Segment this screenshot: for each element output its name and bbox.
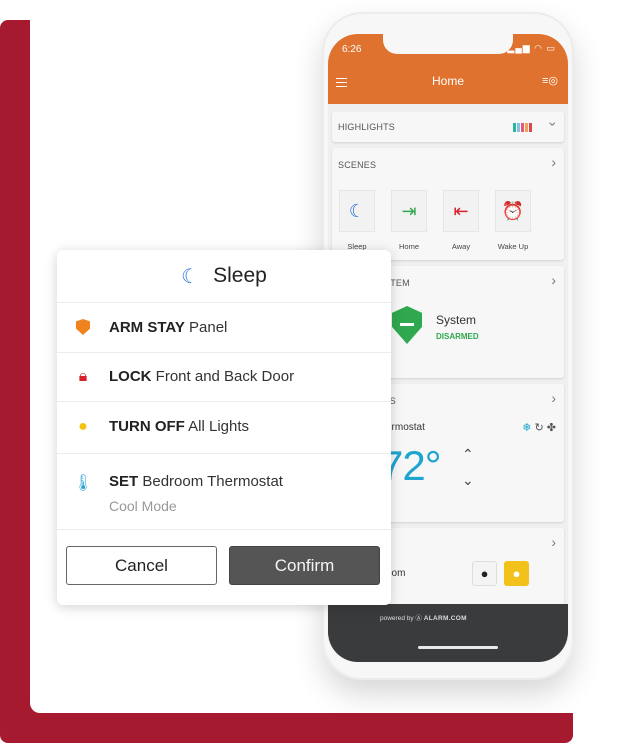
moon-icon: ☾	[339, 190, 375, 232]
thermostat-name: ermostat	[386, 422, 425, 433]
scene-sleep[interactable]: ☾ Sleep	[338, 190, 376, 251]
status-time: 6:26	[342, 44, 362, 55]
action-item: ARM STAY Panel	[57, 303, 391, 353]
highlights-card[interactable]: HIGHLIGHTS ›	[332, 112, 564, 142]
chevron-right-icon[interactable]: ›	[551, 390, 556, 406]
action-verb: ARM STAY	[109, 319, 185, 336]
scene-home[interactable]: ⇥ Home	[390, 190, 428, 251]
action-verb: SET	[109, 473, 139, 490]
chevron-down-icon[interactable]: ›	[546, 122, 562, 127]
system-name: System	[436, 313, 477, 327]
scenes-card: SCENES › ☾ Sleep ⇥ Home ⇤ Away ⏰ Wake Up	[332, 148, 564, 260]
highlight-bar	[525, 123, 528, 132]
dialog-header: ☾ Sleep	[57, 250, 391, 303]
chevron-up-icon[interactable]: ⌃	[462, 446, 474, 463]
action-item: ● TURN OFF All Lights	[57, 402, 391, 454]
scene-away[interactable]: ⇤ Away	[442, 190, 480, 251]
home-indicator[interactable]	[418, 646, 498, 649]
action-object: Front and Back Door	[155, 368, 295, 385]
highlight-bar	[521, 123, 524, 132]
app-title: Home	[431, 74, 464, 88]
tasks-check-icon[interactable]: ≡◎	[542, 74, 558, 87]
dialog-buttons: Cancel Confirm	[66, 546, 380, 585]
highlights-title: HIGHLIGHTS	[338, 122, 396, 132]
action-subtext: Cool Mode	[109, 498, 177, 514]
action-object: Panel	[189, 319, 228, 336]
alarm-clock-icon: ⏰	[495, 190, 531, 232]
shield-icon	[73, 319, 93, 340]
action-item: 🌡︎ SET Bedroom Thermostat Cool Mode	[57, 454, 391, 530]
chevron-right-icon[interactable]: ›	[551, 272, 556, 288]
moon-icon: ☾	[181, 265, 200, 288]
scene-label: Wake Up	[497, 242, 529, 251]
fan-icon[interactable]: ✤	[547, 422, 556, 434]
home-leave-icon: ⇤	[443, 190, 479, 232]
status-icons: ▂▄▆ ◠ ▭	[507, 43, 556, 53]
action-verb: TURN OFF	[109, 418, 185, 435]
action-item: 🔒︎ LOCK Front and Back Door	[57, 353, 391, 402]
system-status: DISARMED	[436, 332, 479, 341]
cancel-button[interactable]: Cancel	[66, 546, 217, 585]
highlights-bars-icon	[513, 123, 532, 132]
app-header: 6:26 ▂▄▆ ◠ ▭ Home ≡◎	[328, 34, 568, 104]
scene-label: Away	[451, 242, 471, 251]
thermostat-icon: 🌡︎	[73, 475, 94, 492]
auto-mode-icon[interactable]: ↻	[535, 422, 544, 434]
alarm-logo-icon: Ⓐ	[415, 615, 422, 622]
highlight-bar	[529, 123, 532, 132]
chevron-right-icon[interactable]: ›	[551, 534, 556, 550]
lock-icon: 🔒︎	[78, 368, 88, 385]
action-object: All Lights	[188, 418, 250, 435]
chevron-right-icon[interactable]: ›	[551, 154, 556, 170]
scenes-list: ☾ Sleep ⇥ Home ⇤ Away ⏰ Wake Up	[338, 190, 532, 251]
highlight-bar	[517, 123, 520, 132]
home-arrive-icon: ⇥	[391, 190, 427, 232]
phone-notch	[383, 34, 513, 54]
scenes-title: SCENES	[338, 160, 377, 170]
app-footer: powered by Ⓐ ALARM.COM	[328, 604, 568, 662]
lightbulb-icon: ●	[78, 418, 88, 435]
thermostat-mode-icons: ❄ ↻ ✤	[522, 421, 556, 434]
highlight-bar	[513, 123, 516, 132]
shield-disarmed-icon	[392, 306, 422, 344]
scene-wake-up[interactable]: ⏰ Wake Up	[494, 190, 532, 251]
lightbulb-off-icon[interactable]: ●	[472, 561, 497, 586]
dialog-title: Sleep	[213, 264, 267, 287]
lightbulb-on-icon[interactable]: ●	[504, 561, 529, 586]
scene-label: Home	[398, 242, 419, 251]
scene-confirm-dialog: ☾ Sleep ARM STAY Panel 🔒︎ LOCK Front and…	[57, 250, 391, 605]
snowflake-icon[interactable]: ❄	[522, 422, 531, 434]
brand-name: ALARM.COM	[423, 615, 467, 622]
action-object: Bedroom Thermostat	[142, 473, 283, 490]
chevron-down-icon[interactable]: ⌄	[462, 472, 474, 489]
action-verb: LOCK	[109, 368, 152, 385]
confirm-button[interactable]: Confirm	[229, 546, 380, 585]
powered-by-label: powered by Ⓐ ALARM.COM	[380, 615, 467, 622]
